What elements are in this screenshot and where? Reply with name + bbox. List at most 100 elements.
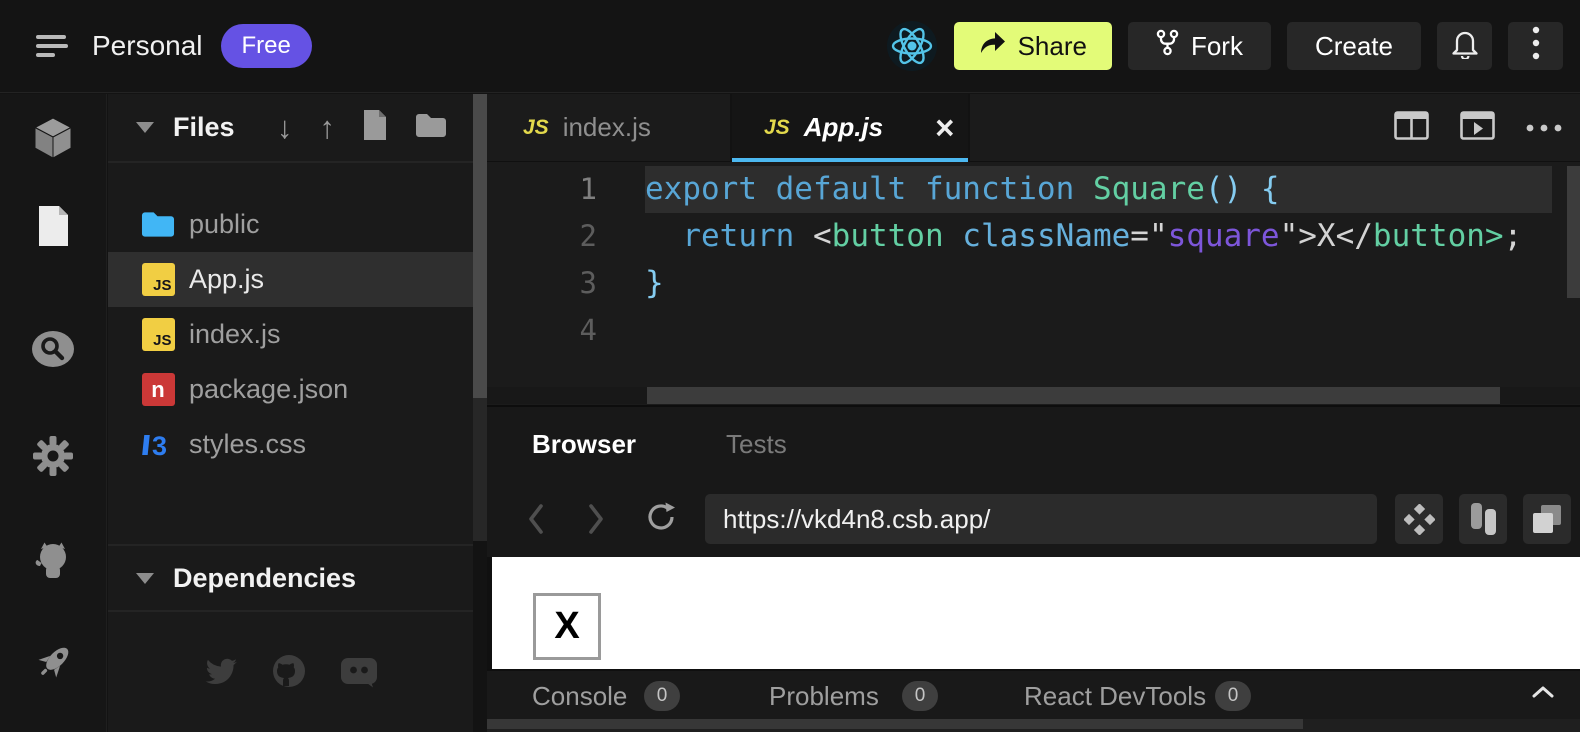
copy-url-icon[interactable] [1459,494,1507,544]
folder-icon [141,208,175,242]
chevron-down-icon [136,122,154,133]
forward-icon[interactable] [585,504,607,534]
editor-tab-strip: JS index.js JS App.js × [487,94,1580,162]
deploy-rocket-icon[interactable] [30,640,76,691]
share-button[interactable]: Share [954,22,1112,70]
explorer-file-icon[interactable] [36,205,70,252]
npm-file-icon: n [141,373,175,407]
console-label: Console [532,681,627,712]
line-number: 4 [487,307,645,354]
fork-button[interactable]: Fork [1128,22,1271,70]
code-line[interactable]: 2 return <button className="square">X</b… [487,213,1580,260]
explorer-scrollbar-thumb[interactable] [473,94,487,398]
file-name: package.json [189,374,348,405]
file-row-public[interactable]: public [108,197,473,252]
files-section-title: Files [173,112,235,143]
chevron-down-icon [136,573,154,584]
file-row-packagejson[interactable]: n package.json [108,362,473,417]
more-options-button[interactable] [1508,22,1563,70]
tab-appjs[interactable]: JS App.js × [732,94,970,161]
file-name: styles.css [189,429,306,460]
share-button-label: Share [1018,31,1087,62]
explorer-scrollbar[interactable] [473,94,487,541]
file-row-indexjs[interactable]: JS index.js [108,307,473,362]
back-icon[interactable] [525,504,547,534]
console-count-badge: 0 [644,681,680,711]
create-button[interactable]: Create [1287,22,1421,70]
file-name: App.js [189,264,264,295]
code-line[interactable]: 1export default function Square() { [487,166,1580,213]
tab-label: App.js [804,112,883,143]
split-editor-icon[interactable] [1394,111,1429,145]
devtools-status-bar: Console 0 Problems 0 React DevTools 0 [487,669,1580,719]
close-tab-icon[interactable]: × [935,111,954,144]
settings-gear-icon[interactable] [32,435,74,482]
tab-indexjs[interactable]: JS index.js [487,94,732,161]
editor-horizontal-scrollbar[interactable] [487,387,1580,404]
tab-browser[interactable]: Browser [532,429,636,460]
code-line[interactable]: 4 [487,307,1580,354]
file-row-stylescss[interactable]: 3 styles.css [108,417,473,472]
activity-bar [0,94,107,732]
problems-count-badge: 0 [902,681,938,711]
new-file-icon[interactable] [362,109,388,146]
fork-button-label: Fork [1191,31,1243,62]
share-arrow-icon [979,31,1006,62]
preview-horizontal-scrollbar[interactable] [487,719,1580,729]
social-links [108,654,473,694]
css-file-icon: 3 [141,428,175,462]
url-input[interactable] [705,494,1377,544]
editor-hscrollbar-thumb[interactable] [647,387,1500,404]
file-list: public JS App.js JS index.js n package.j… [108,163,473,472]
console-tab[interactable]: Console [532,671,627,721]
download-sandbox-icon[interactable]: ↓ [277,112,293,143]
file-explorer-panel: Files ↓ ↑ [108,94,473,732]
code-lines[interactable]: 1export default function Square() {2 ret… [487,162,1580,354]
editor-vertical-scrollbar-thumb[interactable] [1567,166,1580,298]
tab-label: index.js [563,112,651,143]
notifications-button[interactable] [1437,22,1492,70]
problems-tab[interactable]: Problems [769,671,879,721]
chevron-up-icon[interactable] [1532,685,1554,703]
bell-icon [1451,27,1479,66]
devtools-grid-icon[interactable] [1395,494,1443,544]
preview-pane: Browser Tests [487,405,1580,732]
file-name: index.js [189,319,281,350]
dependencies-title: Dependencies [173,563,356,594]
browser-preview-viewport[interactable]: X [487,557,1580,669]
fork-icon [1156,29,1179,63]
menu-icon[interactable] [36,30,68,62]
github-icon[interactable] [31,540,75,585]
upload-files-icon[interactable]: ↑ [320,112,336,143]
workspace-title[interactable]: Personal [92,30,203,62]
line-number: 2 [487,213,645,260]
plan-badge: Free [221,24,312,68]
tab-tests[interactable]: Tests [726,429,787,460]
refresh-icon[interactable] [645,501,677,538]
open-preview-icon[interactable] [1460,111,1495,145]
create-button-label: Create [1315,31,1393,62]
search-icon[interactable] [31,330,75,373]
discord-icon[interactable] [340,656,378,693]
line-number: 1 [487,166,645,213]
twitter-icon[interactable] [204,658,238,691]
new-folder-icon[interactable] [415,112,447,144]
svg-text:3: 3 [152,431,167,461]
code-editor-pane: JS index.js JS App.js × [487,94,1580,405]
dependencies-section-header[interactable]: Dependencies [108,544,473,612]
file-row-appjs[interactable]: JS App.js [108,252,473,307]
files-section-header[interactable]: Files ↓ ↑ [108,94,473,163]
react-devtools-tab[interactable]: React DevTools [1024,671,1206,721]
square-button[interactable]: X [533,593,601,660]
react-devtools-label: React DevTools [1024,681,1206,712]
js-file-icon: JS [141,318,175,352]
sandbox-cube-icon[interactable] [32,116,74,165]
open-in-new-window-icon[interactable] [1523,494,1571,544]
github-link-icon[interactable] [271,654,307,694]
browser-navigation-bar [487,481,1580,557]
line-number: 3 [487,260,645,307]
code-line[interactable]: 3} [487,260,1580,307]
problems-label: Problems [769,681,879,712]
preview-hscrollbar-thumb[interactable] [487,719,1303,729]
editor-more-icon[interactable] [1526,119,1562,137]
